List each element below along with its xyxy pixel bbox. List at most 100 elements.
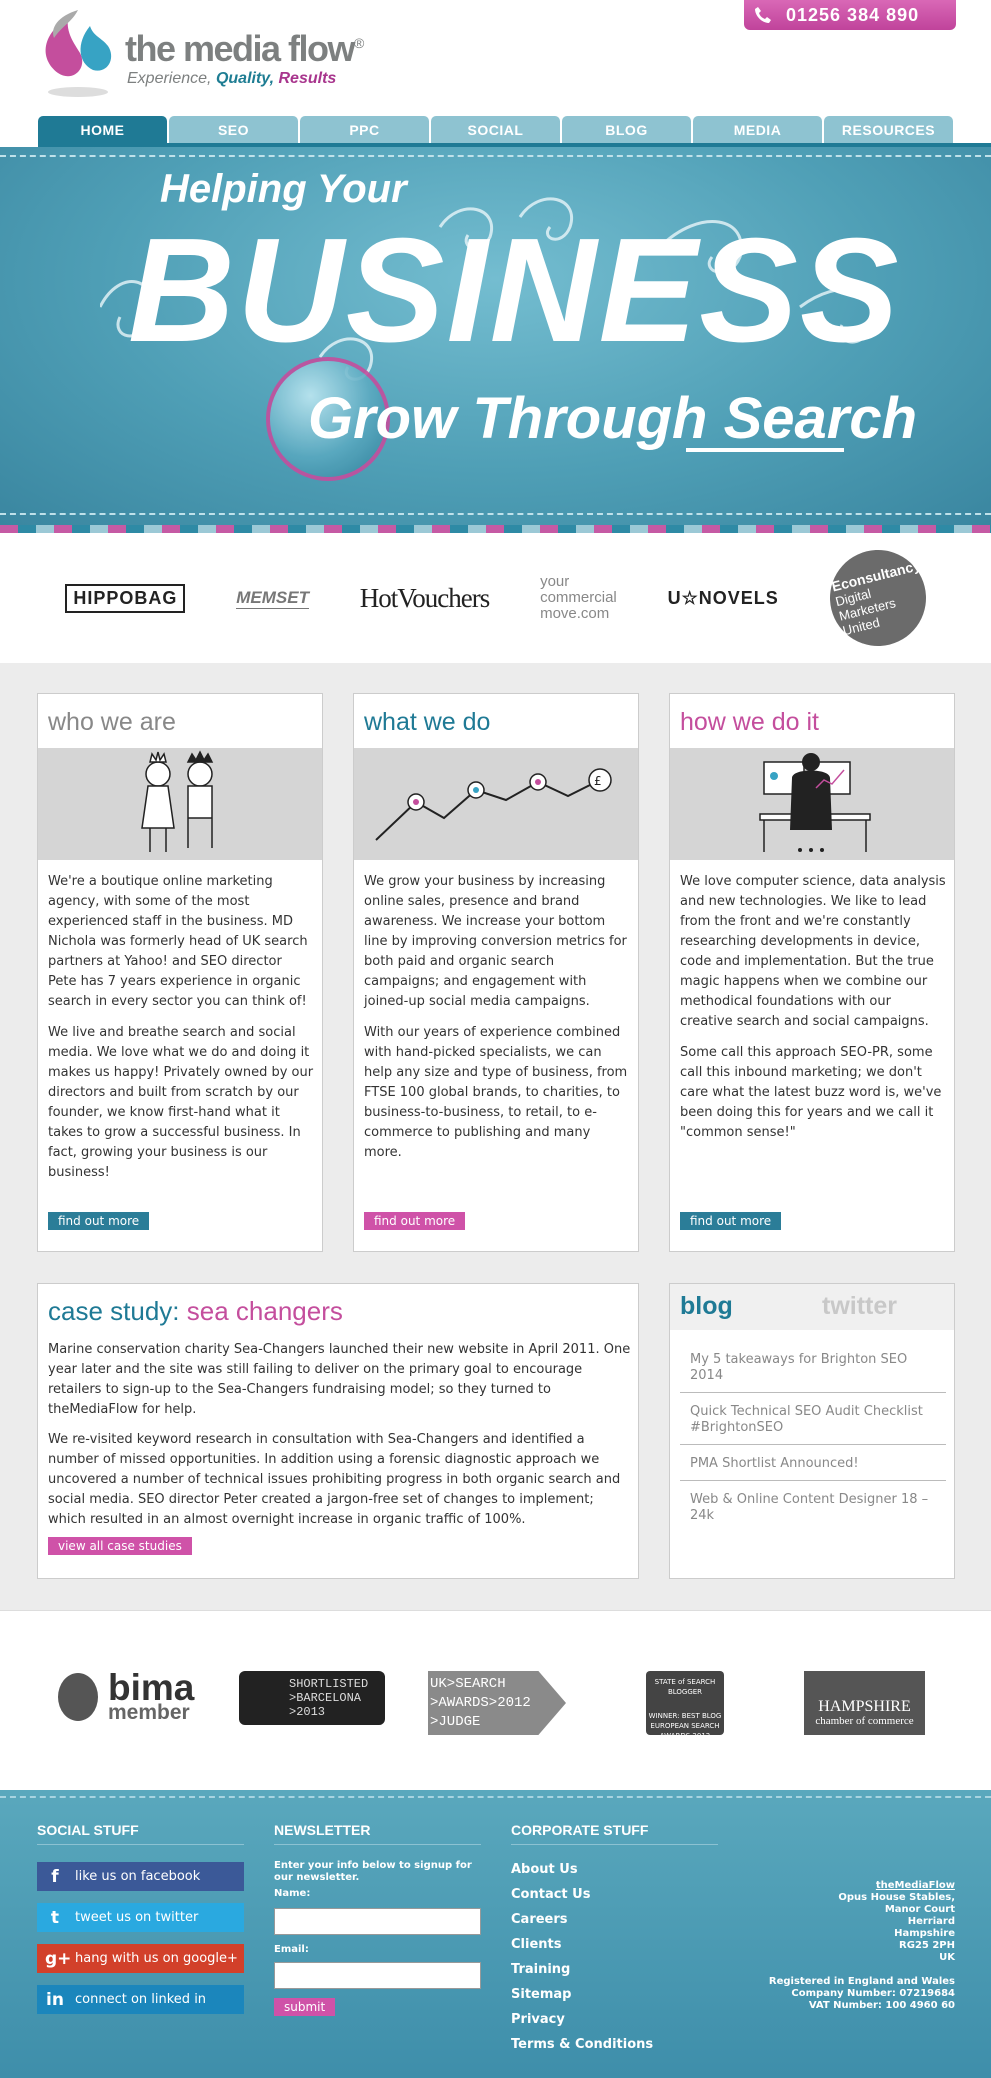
name-input[interactable] bbox=[274, 1908, 481, 1935]
award-shortlisted-barcelona[interactable]: SHORTLISTED >BARCELONA >2013 bbox=[239, 1671, 385, 1725]
linkedin-icon: in bbox=[46, 1989, 64, 2010]
linkedin-link[interactable]: in connect on linked in bbox=[37, 1985, 244, 2014]
tab-blog[interactable]: blog bbox=[680, 1292, 733, 1321]
client-move-line2: commercial bbox=[540, 589, 617, 607]
card-body: We're a boutique online marketing agency… bbox=[48, 872, 314, 1194]
svg-text:£: £ bbox=[594, 774, 602, 788]
footer-link-careers[interactable]: Careers bbox=[511, 1912, 568, 1927]
footer-link-training[interactable]: Training bbox=[511, 1962, 570, 1977]
card-paragraph: Some call this approach SEO-PR, some cal… bbox=[680, 1045, 942, 1140]
case-study-paragraph: We re-visited keyword research in consul… bbox=[48, 1432, 621, 1527]
blog-twitter-panel: blog twitter My 5 takeaways for Brighton… bbox=[669, 1283, 955, 1579]
award-line: UK>SEARCH bbox=[430, 1676, 506, 1692]
award-line: HAMPSHIRE bbox=[818, 1698, 911, 1715]
logo-drops-icon[interactable] bbox=[38, 8, 118, 98]
phone-icon bbox=[755, 7, 771, 23]
find-out-more-button[interactable]: find out more bbox=[48, 1212, 150, 1230]
footer-link-contact[interactable]: Contact Us bbox=[511, 1887, 590, 1902]
blog-post-link[interactable]: My 5 takeaways for Brighton SEO 2014 bbox=[680, 1346, 946, 1393]
award-best-blog[interactable]: STATE of SEARCH BLOGGER WINNER: BEST BLO… bbox=[646, 1671, 724, 1740]
card-paragraph: We grow your business by increasing onli… bbox=[364, 874, 627, 1009]
client-logo-hotvouchers[interactable]: HotVouchers bbox=[360, 583, 490, 614]
client-logo-hippobag[interactable]: HIPPOBAG bbox=[65, 583, 186, 613]
nav-tab-blog[interactable]: BLOG bbox=[562, 116, 691, 144]
footer-link-sitemap[interactable]: Sitemap bbox=[511, 1987, 571, 2002]
address-line[interactable]: theMediaFlow bbox=[838, 1880, 955, 1892]
blog-post-link[interactable]: Web & Online Content Designer 18 – 24k bbox=[680, 1486, 946, 1532]
google-plus-link[interactable]: g+ hang with us on google+ bbox=[37, 1944, 244, 1973]
card-who-we-are: who we are We're a boutique online marke… bbox=[37, 693, 323, 1252]
hero-headline-top: Helping Your bbox=[160, 167, 407, 211]
facebook-label: like us on facebook bbox=[75, 1869, 201, 1884]
growth-chart-icon: £ bbox=[375, 768, 612, 841]
footer-stitch bbox=[0, 1796, 991, 1798]
social-heading: SOCIAL STUFF bbox=[37, 1822, 244, 1845]
hero-banner: Helping Your BUSINESS Grow Through Searc… bbox=[0, 147, 991, 525]
find-out-more-button[interactable]: find out more bbox=[364, 1212, 466, 1230]
site-footer: SOCIAL STUFF f like us on facebook t tweet… bbox=[0, 1790, 991, 2078]
blog-post-link[interactable]: PMA Shortlist Announced! bbox=[680, 1450, 946, 1481]
client-move-line1: your bbox=[540, 573, 570, 591]
card-illustration bbox=[670, 748, 954, 860]
view-all-case-studies-button[interactable]: view all case studies bbox=[48, 1537, 192, 1555]
stripe-divider bbox=[0, 525, 991, 533]
client-move-line3: move.com bbox=[540, 604, 610, 622]
footer-link-clients[interactable]: Clients bbox=[511, 1937, 561, 1952]
card-body: We grow your business by increasing onli… bbox=[364, 872, 630, 1174]
client-logo-commercial-move[interactable]: your commercial move.com bbox=[540, 574, 617, 621]
address-line: Hampshire bbox=[894, 1928, 955, 1939]
registration-info: Registered in England and Wales Company … bbox=[769, 1976, 955, 2012]
card-illustration: £ bbox=[354, 748, 638, 860]
twitter-link[interactable]: t tweet us on twitter bbox=[37, 1903, 244, 1932]
footer-link-about[interactable]: About Us bbox=[511, 1862, 578, 1877]
logo-wordmark[interactable]: the media flow® bbox=[125, 28, 364, 70]
tab-twitter[interactable]: twitter bbox=[822, 1292, 897, 1321]
card-paragraph: We live and breathe search and social me… bbox=[48, 1025, 314, 1180]
card-paragraph: With our years of experience combined wi… bbox=[364, 1025, 628, 1160]
address-line: Manor Court bbox=[884, 1904, 955, 1915]
award-line: >JUDGE bbox=[430, 1714, 481, 1730]
client-logo-unovels[interactable]: U☆NOVELS bbox=[668, 588, 779, 609]
award-line: chamber of commerce bbox=[815, 1715, 914, 1727]
card-body: We love computer science, data analysis … bbox=[680, 872, 946, 1154]
find-out-more-button[interactable]: find out more bbox=[680, 1212, 782, 1230]
card-title: who we are bbox=[48, 708, 176, 736]
card-paragraph: We love computer science, data analysis … bbox=[680, 874, 946, 1029]
award-uk-search-judge[interactable]: UK>SEARCH >AWARDS>2012 >JUDGE bbox=[428, 1671, 566, 1735]
facebook-link[interactable]: f like us on facebook bbox=[37, 1862, 244, 1891]
footer-link-terms[interactable]: Terms & Conditions bbox=[511, 2037, 653, 2052]
nav-tab-seo[interactable]: SEO bbox=[169, 116, 298, 144]
email-label: Email: bbox=[274, 1944, 309, 1955]
phone-number[interactable]: 01256 384 890 bbox=[786, 5, 919, 26]
client-logo-econsultancy[interactable]: Econsultancy Digital Marketers United bbox=[819, 539, 936, 657]
newsletter-heading: NEWSLETTER bbox=[274, 1822, 481, 1845]
email-input[interactable] bbox=[274, 1962, 481, 1989]
hero-headline-main: BUSINESS bbox=[128, 208, 901, 373]
hero-stitch-top bbox=[0, 155, 991, 157]
address-line: UK bbox=[939, 1952, 955, 1963]
award-bima-member[interactable]: bima member bbox=[58, 1669, 194, 1735]
submit-button[interactable]: submit bbox=[274, 1998, 336, 2016]
card-title: how we do it bbox=[680, 708, 819, 736]
award-line: BLOGGER bbox=[667, 1688, 703, 1696]
nav-tab-resources[interactable]: RESOURCES bbox=[824, 116, 953, 144]
award-line: EUROPEAN SEARCH AWARDS 2012 bbox=[650, 1722, 720, 1740]
award-hampshire-chamber[interactable]: HAMPSHIRE chamber of commerce bbox=[804, 1671, 925, 1735]
award-line: >BARCELONA bbox=[289, 1691, 362, 1705]
client-logo-memset[interactable]: MEMSET bbox=[236, 588, 309, 609]
client-logos: HIPPOBAG MEMSET HotVouchers your commerc… bbox=[0, 533, 991, 663]
blog-tabs: blog twitter bbox=[670, 1284, 954, 1330]
card-title: what we do bbox=[364, 708, 491, 736]
nav-tab-social[interactable]: SOCIAL bbox=[431, 116, 560, 144]
phone-banner[interactable]: 01256 384 890 bbox=[744, 0, 956, 30]
nav-tab-media[interactable]: MEDIA bbox=[693, 116, 822, 144]
nav-tab-home[interactable]: HOME bbox=[38, 116, 167, 144]
registration-line: Registered in England and Wales bbox=[768, 1976, 955, 1987]
facebook-icon: f bbox=[51, 1866, 59, 1887]
card-how-we-do-it: how we do it We love computer science, d… bbox=[669, 693, 955, 1252]
case-study-panel: case study: sea changers Marine conserva… bbox=[37, 1283, 639, 1579]
nav-tab-ppc[interactable]: PPC bbox=[300, 116, 429, 144]
blog-post-link[interactable]: Quick Technical SEO Audit Checklist #Bri… bbox=[680, 1398, 946, 1445]
award-line: WINNER: BEST BLOG bbox=[648, 1712, 722, 1720]
footer-link-privacy[interactable]: Privacy bbox=[511, 2012, 565, 2027]
